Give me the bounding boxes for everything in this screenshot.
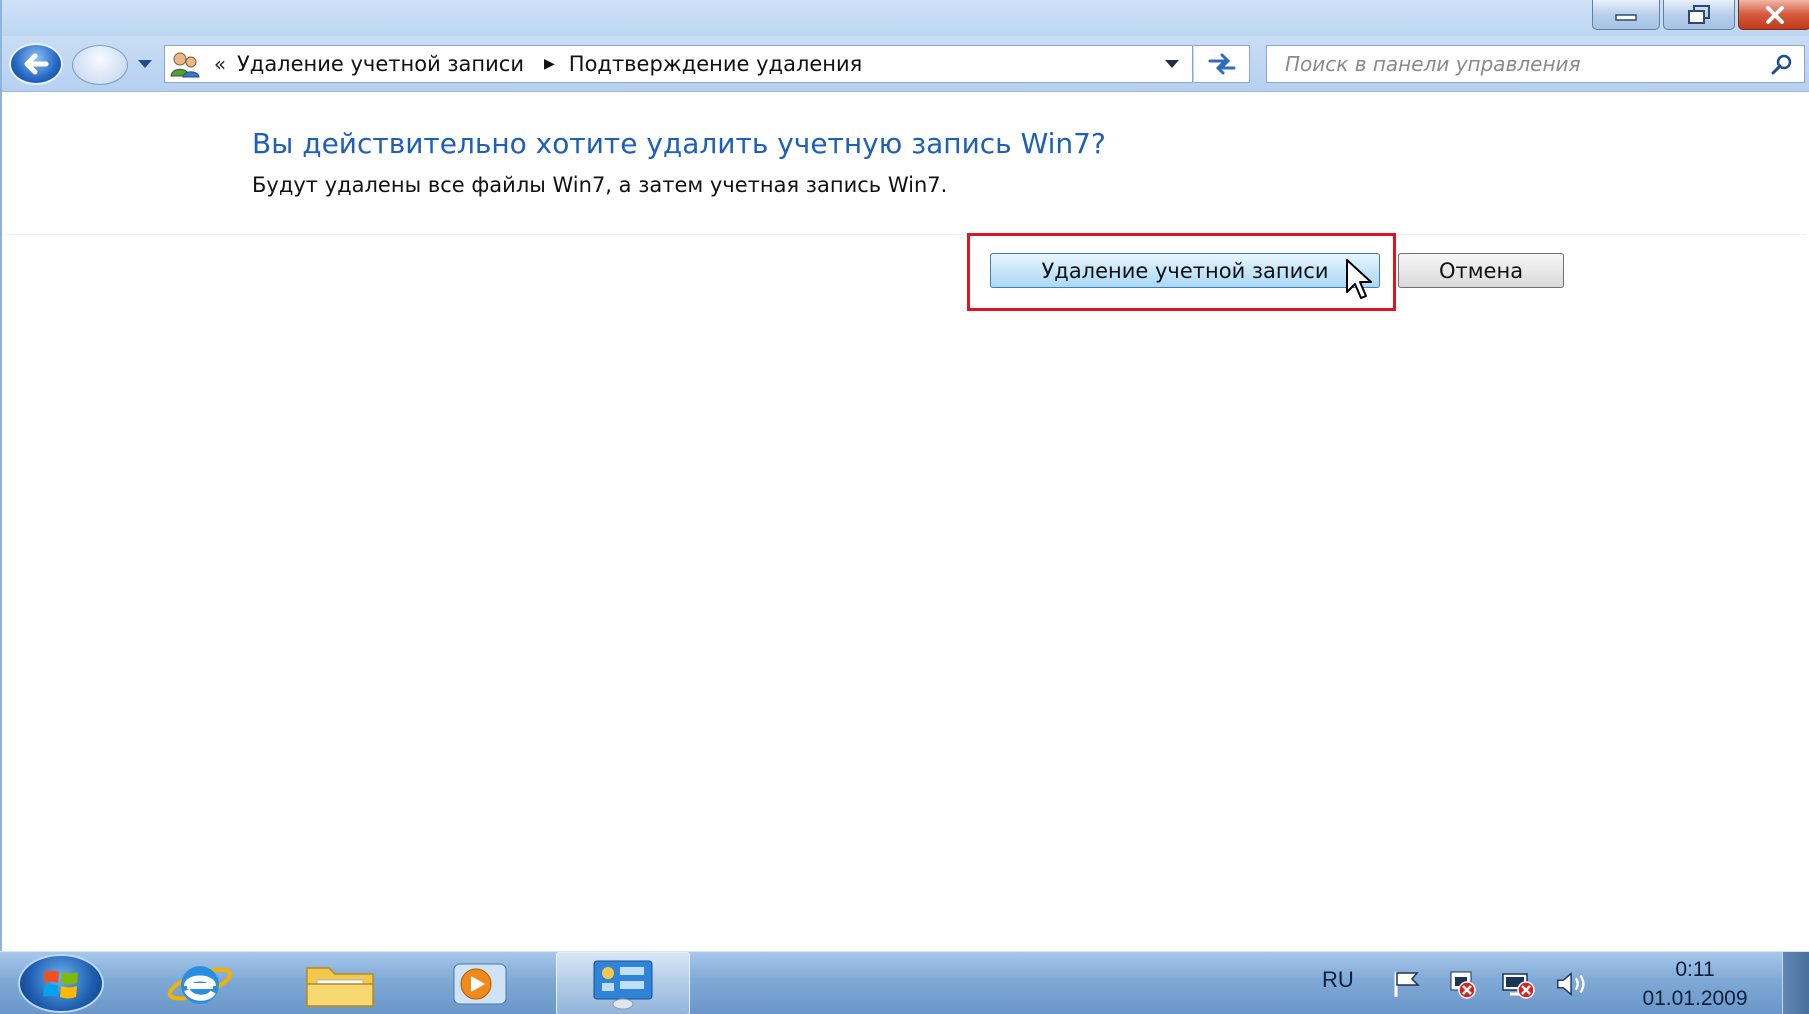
- control-panel-icon: [593, 960, 653, 1009]
- security-alert-icon: [1450, 971, 1476, 999]
- back-button[interactable]: [9, 43, 63, 85]
- media-player-icon: [453, 963, 507, 1004]
- taskbar-internet-explorer[interactable]: [132, 952, 268, 1014]
- internet-explorer-icon: [167, 965, 233, 1004]
- taskbar: RU 0:11 01.01.2009: [0, 951, 1809, 1014]
- windows-logo-icon: [43, 970, 78, 998]
- clock-date[interactable]: 01.01.2009: [1620, 987, 1770, 1011]
- language-indicator[interactable]: RU: [1322, 967, 1354, 993]
- restore-icon: [1688, 4, 1710, 24]
- navigation-bar: « Удаление учетной записи ▶ Подтверждени…: [2, 36, 1809, 92]
- close-button[interactable]: [1738, 0, 1809, 30]
- delete-account-button[interactable]: Удаление учетной записи: [990, 253, 1380, 288]
- close-icon: [1765, 5, 1784, 24]
- address-bar[interactable]: « Удаление учетной записи ▶ Подтверждени…: [164, 45, 1193, 83]
- search-input[interactable]: [1267, 52, 1747, 76]
- forward-button[interactable]: [72, 45, 128, 85]
- restore-button[interactable]: [1663, 0, 1735, 30]
- breadcrumb-confirm-delete[interactable]: Подтверждение удаления: [567, 52, 875, 76]
- user-accounts-icon: [165, 46, 205, 82]
- chevron-down-icon: [1165, 60, 1179, 68]
- minimize-icon: [1615, 13, 1637, 21]
- breadcrumb-delete-account[interactable]: Удаление учетной записи: [235, 52, 536, 76]
- show-desktop-button[interactable]: [1782, 952, 1809, 1014]
- content-divider: [6, 234, 1806, 235]
- taskbar-windows-explorer[interactable]: [272, 952, 408, 1014]
- breadcrumb-separator-icon[interactable]: ▶: [536, 56, 567, 72]
- search-box[interactable]: [1266, 45, 1805, 83]
- mouse-cursor-icon: [1346, 259, 1372, 299]
- speaker-icon: [1557, 972, 1585, 996]
- folder-icon: [306, 966, 374, 1007]
- back-arrow-icon: [24, 53, 49, 75]
- clock-time[interactable]: 0:11: [1640, 958, 1750, 982]
- refresh-button[interactable]: [1194, 45, 1250, 83]
- recent-pages-button[interactable]: [134, 52, 156, 76]
- network-disconnected-icon: [1502, 973, 1535, 999]
- control-panel-window: « Удаление учетной записи ▶ Подтверждени…: [0, 0, 1809, 951]
- flag-icon: [1394, 972, 1420, 997]
- network-tray[interactable]: [1500, 968, 1536, 1000]
- action-center-tray[interactable]: [1390, 968, 1426, 1000]
- cancel-button[interactable]: Отмена: [1398, 253, 1564, 288]
- address-dropdown-button[interactable]: [1152, 46, 1192, 82]
- refresh-icon: [1208, 53, 1235, 75]
- chevron-down-icon: [138, 60, 152, 68]
- taskbar-media-player[interactable]: [412, 952, 548, 1014]
- page-title: Вы действительно хотите удалить учетную …: [252, 127, 1106, 160]
- taskbar-control-panel[interactable]: [556, 952, 690, 1014]
- confirmation-description: Будут удалены все файлы Win7, а затем уч…: [252, 173, 948, 197]
- volume-tray[interactable]: [1554, 968, 1590, 1000]
- start-button[interactable]: [18, 954, 104, 1013]
- minimize-button[interactable]: [1592, 0, 1660, 30]
- search-icon[interactable]: [1770, 53, 1794, 77]
- security-tray[interactable]: [1444, 968, 1480, 1000]
- title-bar: [2, 0, 1809, 36]
- address-overflow-chevron[interactable]: «: [205, 52, 235, 76]
